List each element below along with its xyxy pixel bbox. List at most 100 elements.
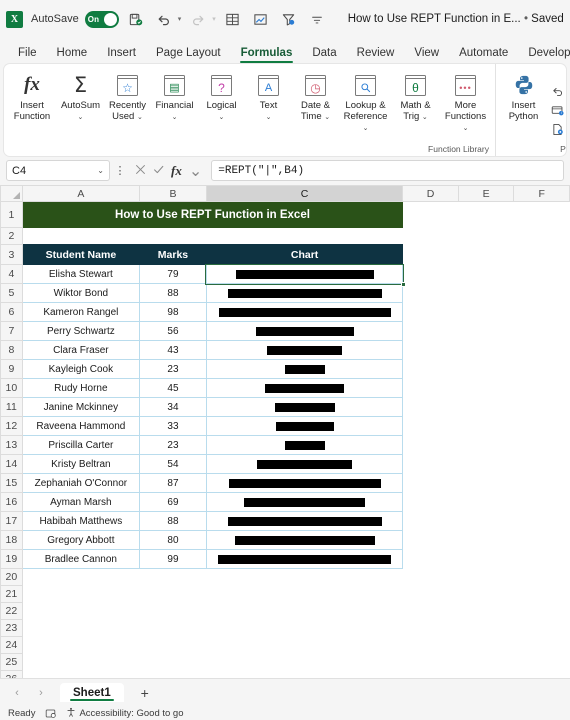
row-header-21[interactable]: 21 <box>0 585 23 603</box>
empty-cell[interactable] <box>206 636 403 654</box>
empty-cell[interactable] <box>513 568 570 586</box>
empty-cell[interactable] <box>22 568 140 586</box>
student-name-cell[interactable]: Kristy Beltran <box>21 454 141 474</box>
formula-input[interactable]: =REPT("|",B4) <box>211 160 564 181</box>
reset-button[interactable]: Re <box>551 85 566 101</box>
empty-cell[interactable] <box>513 670 570 678</box>
chart-cell[interactable] <box>205 549 404 569</box>
lookup-reference-dropdown-icon[interactable]: ⌄ <box>363 125 369 132</box>
student-name-cell[interactable]: Rudy Horne <box>21 378 141 398</box>
marks-cell[interactable]: 99 <box>139 549 207 569</box>
empty-cell[interactable] <box>513 378 570 398</box>
empty-cell[interactable] <box>22 602 140 620</box>
table-header-3[interactable]: Chart <box>205 244 404 265</box>
tab-developer[interactable]: Developer <box>518 45 570 64</box>
marks-cell[interactable]: 43 <box>139 340 207 360</box>
row-header-26[interactable]: 26 <box>0 670 23 678</box>
column-header-B[interactable]: B <box>139 185 207 202</box>
empty-cell[interactable] <box>513 473 570 493</box>
chart-cell[interactable] <box>205 378 404 398</box>
chart-cell[interactable] <box>205 340 404 360</box>
student-name-cell[interactable]: Janine Mckinney <box>21 397 141 417</box>
row-header-5[interactable]: 5 <box>0 283 23 303</box>
row-header-4[interactable]: 4 <box>0 264 23 284</box>
table-header-2[interactable]: Marks <box>139 244 207 265</box>
marks-cell[interactable]: 45 <box>139 378 207 398</box>
tab-file[interactable]: File <box>8 45 47 64</box>
empty-cell[interactable] <box>513 416 570 436</box>
student-name-cell[interactable]: Gregory Abbott <box>21 530 141 550</box>
row-header-24[interactable]: 24 <box>0 636 23 654</box>
chart-cell[interactable] <box>205 416 404 436</box>
empty-cell[interactable] <box>458 201 514 228</box>
empty-cell[interactable] <box>206 568 403 586</box>
empty-cell[interactable] <box>458 454 514 474</box>
column-header-D[interactable]: D <box>402 185 459 202</box>
empty-cell[interactable] <box>458 530 514 550</box>
empty-cell[interactable] <box>402 585 459 603</box>
student-name-cell[interactable]: Ayman Marsh <box>21 492 141 512</box>
date-time-button[interactable]: ◷ Date & Time ⌄ <box>292 67 339 156</box>
empty-cell[interactable] <box>458 416 514 436</box>
chart-cell[interactable] <box>205 359 404 379</box>
tab-home[interactable]: Home <box>47 45 98 64</box>
row-header-14[interactable]: 14 <box>0 454 23 474</box>
empty-cell[interactable] <box>402 435 459 455</box>
empty-cell[interactable] <box>513 602 570 620</box>
empty-cell[interactable] <box>458 602 514 620</box>
insert-python-button[interactable]: Insert Python <box>500 67 547 156</box>
fx-icon[interactable]: fx <box>171 163 182 179</box>
empty-cell[interactable] <box>402 473 459 493</box>
insert-function-button[interactable]: fx Insert Function <box>7 67 57 156</box>
marks-cell[interactable]: 56 <box>139 321 207 341</box>
filter-icon[interactable] <box>278 8 300 30</box>
autosave-toggle[interactable]: On <box>84 10 119 28</box>
empty-cell[interactable] <box>139 602 207 620</box>
initialization-button[interactable]: In <box>551 123 566 139</box>
student-name-cell[interactable]: Kameron Rangel <box>21 302 141 322</box>
chart-cell[interactable] <box>205 302 404 322</box>
empty-cell[interactable] <box>458 492 514 512</box>
empty-cell[interactable] <box>22 636 140 654</box>
empty-cell[interactable] <box>402 511 459 531</box>
save-icon[interactable] <box>125 8 147 30</box>
empty-cell[interactable] <box>458 264 514 284</box>
chart-cell[interactable] <box>205 283 404 303</box>
marks-cell[interactable]: 87 <box>139 473 207 493</box>
text-dropdown-icon[interactable]: ⌄ <box>266 114 272 121</box>
empty-cell[interactable] <box>206 602 403 620</box>
formula-bar-options-icon[interactable]: ⋮ <box>114 165 126 176</box>
empty-cell[interactable] <box>458 321 514 341</box>
row-header-20[interactable]: 20 <box>0 568 23 586</box>
empty-cell[interactable] <box>513 340 570 360</box>
empty-cell[interactable] <box>139 653 207 671</box>
empty-cell[interactable] <box>402 283 459 303</box>
empty-cell[interactable] <box>22 619 140 637</box>
empty-cell[interactable] <box>139 568 207 586</box>
empty-cell[interactable] <box>458 585 514 603</box>
empty-cell[interactable] <box>513 492 570 512</box>
add-sheet-button[interactable]: + <box>132 683 158 703</box>
marks-cell[interactable]: 54 <box>139 454 207 474</box>
empty-cell[interactable] <box>206 227 403 245</box>
empty-cell[interactable] <box>458 549 514 569</box>
empty-cell[interactable] <box>402 619 459 637</box>
status-accessibility[interactable]: Accessibility: Good to go <box>66 707 184 720</box>
redo-icon[interactable] <box>187 8 209 30</box>
cancel-icon[interactable] <box>135 162 146 180</box>
date-time-dropdown-icon[interactable]: ⌄ <box>324 114 330 121</box>
empty-cell[interactable] <box>139 227 207 245</box>
math-trig-dropdown-icon[interactable]: ⌄ <box>422 114 428 121</box>
formula-chevron-down-icon[interactable]: ⌄ <box>189 161 202 181</box>
marks-cell[interactable]: 98 <box>139 302 207 322</box>
empty-cell[interactable] <box>458 568 514 586</box>
empty-cell[interactable] <box>458 473 514 493</box>
select-all-corner[interactable] <box>0 185 23 202</box>
empty-cell[interactable] <box>402 670 459 678</box>
empty-cell[interactable] <box>206 619 403 637</box>
empty-cell[interactable] <box>402 653 459 671</box>
empty-cell[interactable] <box>513 549 570 569</box>
student-name-cell[interactable]: Elisha Stewart <box>21 264 141 284</box>
row-header-9[interactable]: 9 <box>0 359 23 379</box>
empty-cell[interactable] <box>513 321 570 341</box>
